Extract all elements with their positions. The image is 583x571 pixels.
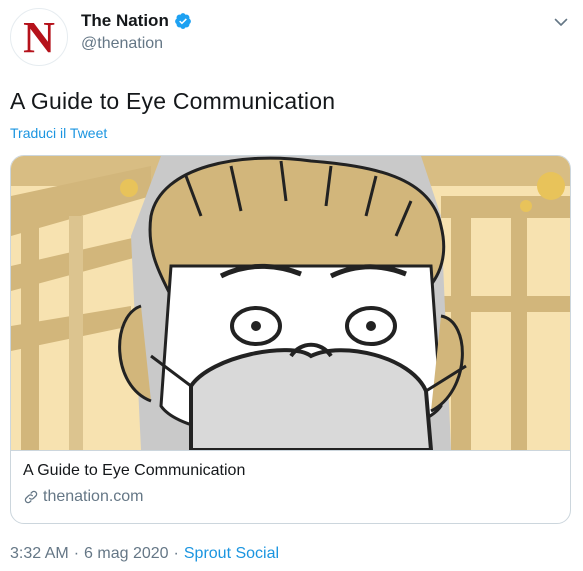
chevron-down-icon [554,18,568,26]
card-image[interactable] [11,156,570,450]
tweet-source-link[interactable]: Sprout Social [184,545,279,563]
card-meta[interactable]: A Guide to Eye Communication thenation.c… [11,450,570,523]
display-name[interactable]: The Nation [81,11,169,31]
account-handle[interactable]: @thenation [81,35,192,53]
display-name-row: The Nation [81,11,192,31]
author-block: The Nation @thenation [81,11,192,53]
card-title: A Guide to Eye Communication [23,462,246,479]
link-card[interactable]: A Guide to Eye Communication thenation.c… [10,155,571,524]
masked-man-illustration-icon [11,156,570,450]
tweet-time[interactable]: 3:32 AM [10,545,69,563]
avatar-logo-letter: N [23,13,55,62]
tweet-footer: 3:32 AM · 6 mag 2020 · Sprout Social [10,545,279,563]
card-domain-row: thenation.com [23,488,558,506]
separator: · [73,545,80,562]
tweet-text: A Guide to Eye Communication [10,88,336,114]
translate-tweet-link[interactable]: Traduci il Tweet [10,125,107,141]
link-icon [24,490,38,504]
avatar[interactable]: N [10,8,68,66]
more-options-button[interactable] [549,10,573,34]
card-domain: thenation.com [43,488,144,505]
tweet-header: N The Nation @thenation [10,8,573,68]
verified-badge-icon [174,13,191,29]
separator: · [173,545,179,562]
tweet-date[interactable]: 6 mag 2020 [84,545,169,563]
